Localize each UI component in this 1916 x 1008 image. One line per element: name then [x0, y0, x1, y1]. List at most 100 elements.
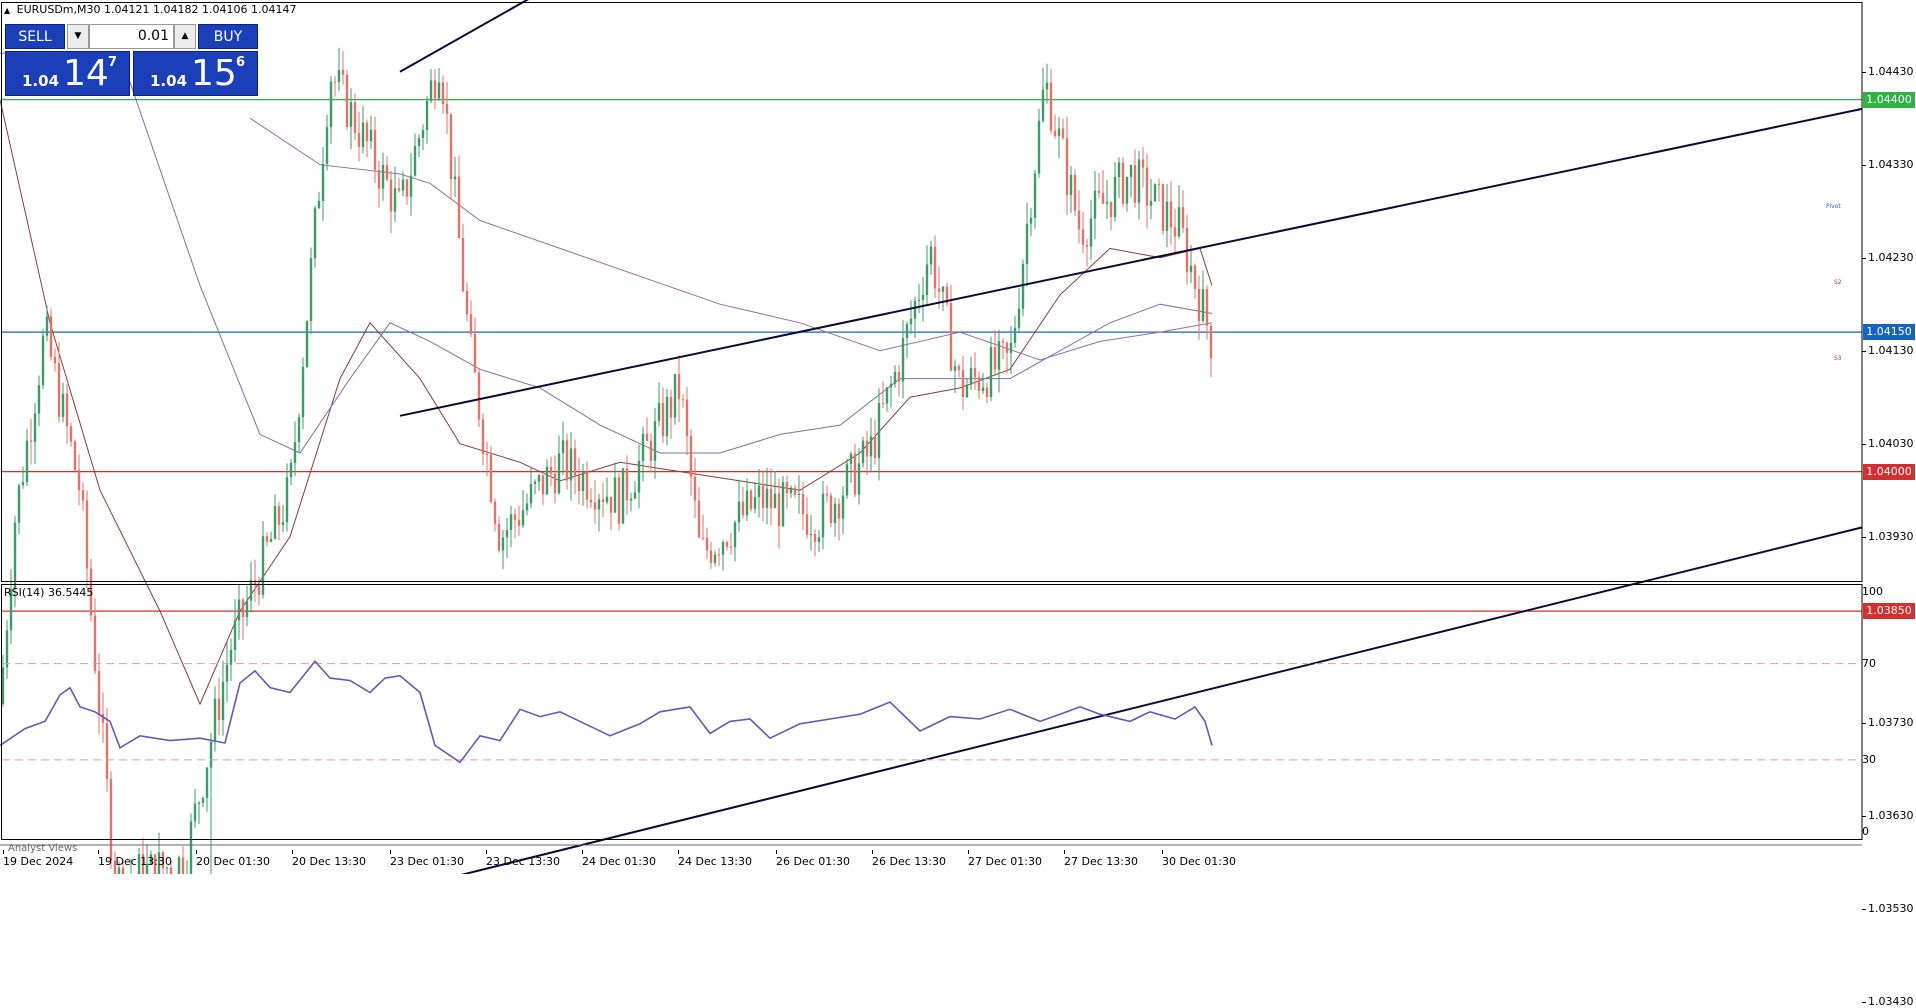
candle-body — [809, 534, 813, 536]
candle — [41, 329, 45, 390]
analyst-views-tab[interactable]: Analyst Views — [8, 843, 77, 854]
candle-body — [969, 368, 973, 385]
candle-body — [1121, 162, 1125, 204]
candle-body — [733, 522, 737, 548]
candle — [981, 373, 985, 395]
price-axis-tick — [1862, 71, 1866, 73]
candle — [493, 498, 497, 532]
candle-body — [913, 300, 917, 319]
candle-body — [1169, 201, 1173, 228]
candle — [953, 359, 957, 393]
candle — [181, 846, 185, 874]
candle — [277, 501, 281, 541]
main-pane-frame — [1, 2, 1863, 582]
time-axis-tick — [3, 850, 4, 854]
price-level-tag: 1.04150 — [1863, 324, 1915, 341]
price-axis-tick — [1862, 164, 1866, 166]
candle-body — [197, 802, 201, 804]
candle — [641, 426, 645, 482]
time-axis-label: 23 Dec 13:30 — [486, 855, 560, 868]
sell-quote[interactable]: 1.04 14 7 — [5, 51, 130, 96]
candle-body — [1133, 165, 1137, 203]
high-value: 1.04182 — [153, 3, 199, 16]
candle-body — [713, 554, 717, 564]
candle — [629, 492, 633, 512]
candle-body — [677, 374, 681, 400]
trend-line — [460, 526, 1863, 874]
candle-body — [397, 188, 401, 191]
candle-body — [49, 316, 53, 357]
candle — [509, 505, 513, 548]
candle-body — [181, 857, 185, 874]
sell-button[interactable]: SELL — [5, 24, 65, 49]
candle — [1121, 157, 1125, 208]
candle — [1085, 238, 1089, 267]
candle-body — [929, 246, 933, 265]
candle-body — [53, 356, 57, 364]
lot-increase-button[interactable]: ▲ — [174, 24, 196, 49]
candle-body — [433, 80, 437, 99]
candle — [381, 152, 385, 201]
price-level-tag: 1.04400 — [1863, 91, 1915, 108]
candle-body — [641, 433, 645, 461]
candle-body — [925, 264, 929, 295]
candle — [229, 638, 233, 682]
candle-body — [1117, 162, 1121, 177]
collapse-triangle-icon[interactable]: ▲ — [4, 6, 10, 15]
buy-button[interactable]: BUY — [198, 24, 258, 49]
candle — [425, 95, 429, 144]
rsi-pane-frame — [1, 584, 1863, 840]
rsi-axis-label: 70 — [1862, 656, 1876, 670]
candle-body — [1153, 184, 1157, 202]
candle-body — [193, 803, 197, 822]
candle — [1053, 114, 1057, 139]
chart-canvas[interactable] — [0, 0, 1916, 874]
price-axis-tick — [1862, 257, 1866, 259]
candle-body — [681, 399, 685, 401]
time-axis-label: 19 Dec 13:30 — [98, 855, 172, 868]
candle-body — [269, 538, 273, 542]
candle-body — [737, 501, 741, 523]
candle — [317, 191, 321, 209]
buy-price-prefix: 1.04 — [150, 72, 188, 90]
candle — [1073, 169, 1077, 216]
low-value: 1.04106 — [202, 3, 248, 16]
candle-body — [853, 453, 857, 495]
time-axis-label: 19 Dec 2024 — [3, 855, 74, 868]
time-axis-label: 26 Dec 01:30 — [776, 855, 850, 868]
candle — [1193, 263, 1197, 299]
price-axis-tick — [1862, 815, 1866, 817]
close-value: 1.04147 — [251, 3, 297, 16]
candle — [1001, 338, 1005, 360]
candle-body — [1125, 176, 1129, 204]
lot-decrease-button[interactable]: ▼ — [67, 24, 89, 49]
candle — [929, 240, 933, 275]
candle-body — [657, 403, 661, 422]
candle — [713, 550, 717, 567]
candle — [1069, 166, 1073, 214]
candle — [293, 421, 297, 477]
candle — [1093, 171, 1097, 240]
candle-body — [673, 374, 677, 418]
sell-price-pips: 14 — [63, 53, 109, 94]
candle-body — [413, 146, 417, 176]
candle-body — [1041, 89, 1045, 121]
candle — [449, 113, 453, 199]
candle-body — [989, 347, 993, 398]
candle-body — [645, 433, 649, 441]
candle — [557, 435, 561, 496]
candle — [325, 114, 329, 171]
candle — [625, 455, 629, 515]
candle — [765, 467, 769, 525]
candle — [237, 584, 241, 640]
candle — [193, 788, 197, 828]
candle-body — [177, 857, 181, 874]
lot-size-input[interactable]: 0.01 — [89, 24, 174, 49]
candle — [349, 88, 353, 150]
candle — [737, 479, 741, 532]
buy-quote[interactable]: 1.04 15 6 — [133, 51, 258, 96]
candle — [817, 530, 821, 552]
candle — [473, 317, 477, 373]
candle — [217, 677, 221, 736]
candle-body — [321, 164, 325, 201]
